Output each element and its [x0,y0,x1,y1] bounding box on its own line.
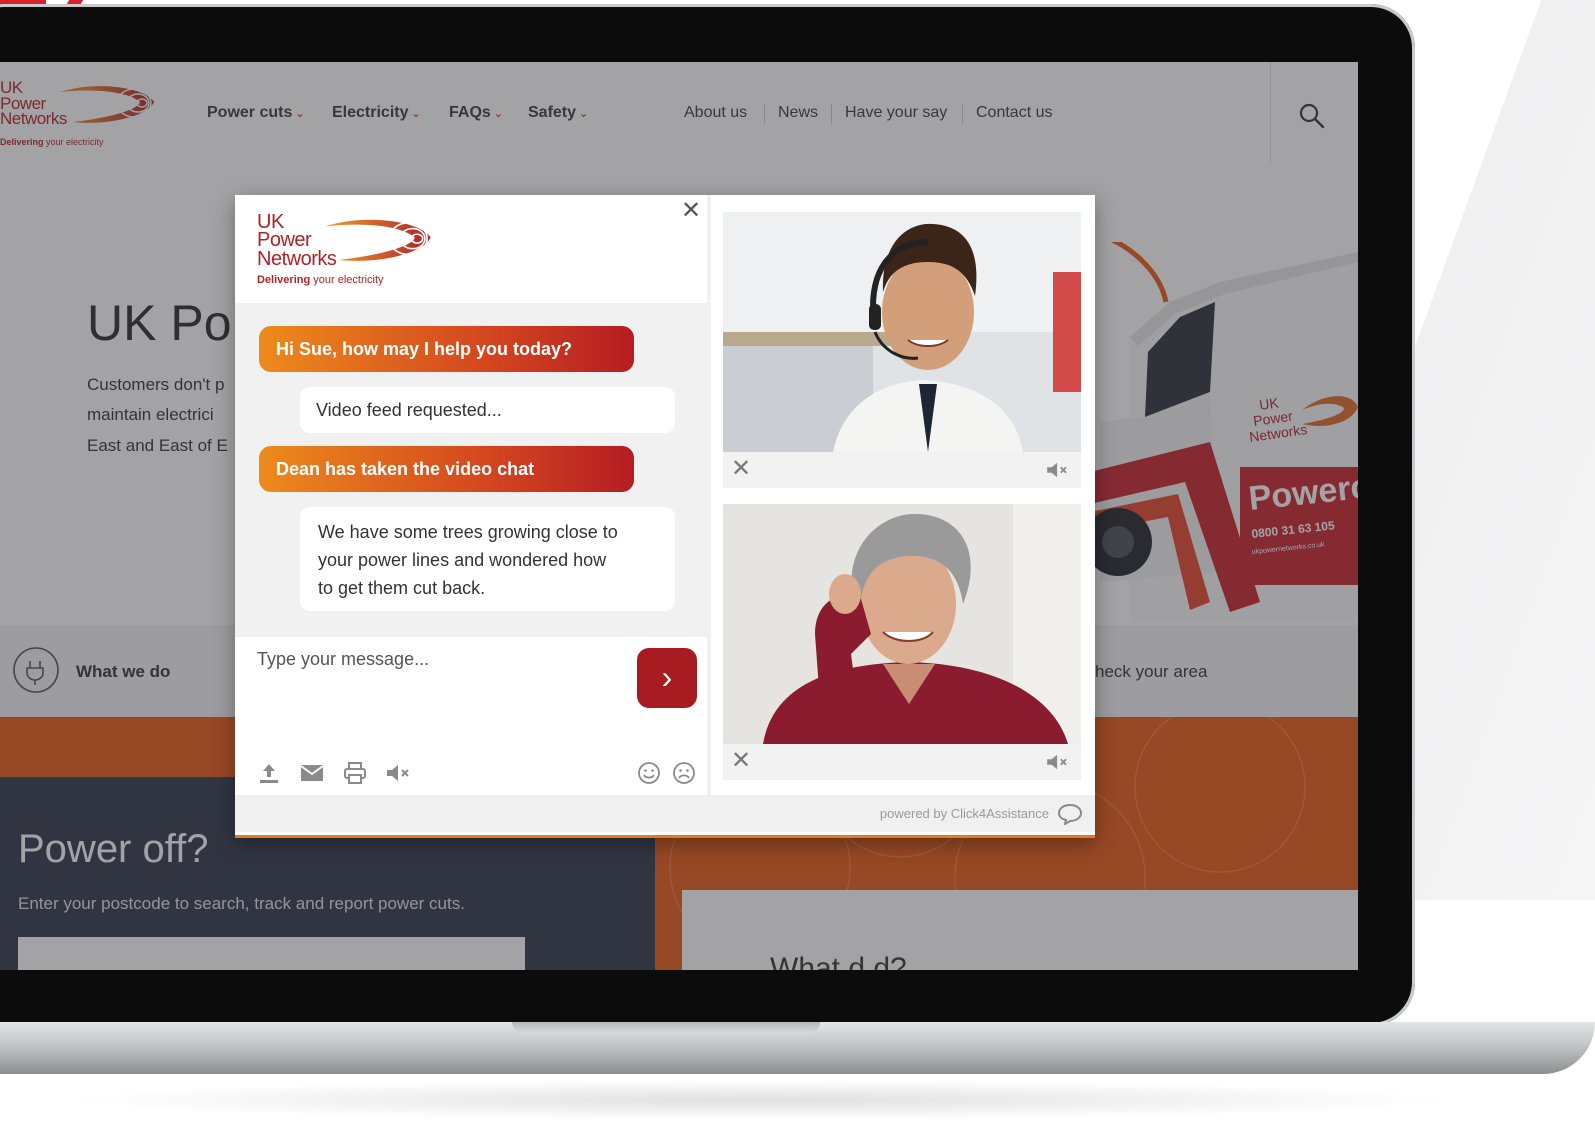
chevron-down-icon: ⌄ [579,108,589,120]
mute-video-icon[interactable] [1045,753,1071,771]
logo-tagline: your electricity [313,274,384,286]
chat-window: UK Power Networks Delivering your electr… [235,195,1095,838]
nav-power-cuts[interactable]: Power cuts ⌄ [207,104,305,122]
powered-by-text: powered by Click4Assistance [879,806,1049,821]
agent-video [723,212,1081,452]
speech-bubble-icon [1057,803,1083,825]
message-line: We have some trees growing close to [318,522,618,542]
feature-check-your-area[interactable]: heck your area [1095,662,1207,682]
customer-video [723,504,1081,744]
happy-face-icon[interactable] [637,761,661,785]
feature-what-we-do[interactable]: What we do [76,662,170,682]
nav-contact-us[interactable]: Contact us [976,104,1052,122]
nav-divider [962,104,963,124]
van-image: Powercut 0800 31 63 105 ukpowernetworks.… [1090,242,1358,622]
header-divider [1270,62,1271,162]
chat-message-agent: Dean has taken the video chat [259,446,634,492]
site-logo[interactable]: UK Power Networks Delivering your electr… [0,79,160,150]
hero-title: UK Po [87,295,232,351]
logo-line: Networks [0,109,67,129]
chat-close-button[interactable]: ✕ [681,199,701,223]
nav-label: Safety [528,104,577,121]
chat-logo: UK Power Networks Delivering your electr… [257,212,437,293]
power-off-title: Power off? [18,827,209,871]
laptop-notch [512,1022,820,1034]
plug-icon [13,647,59,693]
message-line: your power lines and wondered how [318,550,607,570]
info-card-title: What d d? [770,952,907,970]
search-icon[interactable] [1298,102,1326,130]
upload-icon[interactable] [257,761,281,785]
mute-icon[interactable] [386,763,412,783]
nav-news[interactable]: News [778,104,818,122]
nav-label: Electricity [332,104,409,121]
customer-video-controls: ✕ [723,744,1081,780]
print-icon[interactable] [343,761,367,785]
chat-message-user: Video feed requested... [300,387,675,433]
chat-footer: powered by Click4Assistance [235,795,1095,832]
nav-about-us[interactable]: About us [684,104,747,122]
close-video-icon[interactable]: ✕ [731,456,751,482]
nav-electricity[interactable]: Electricity ⌄ [332,104,421,122]
logo-swirl-icon [325,219,431,261]
message-line: to get them cut back. [318,578,486,598]
power-off-subtitle: Enter your postcode to search, track and… [18,894,465,913]
nav-have-your-say[interactable]: Have your say [845,104,947,122]
chat-message-user: We have some trees growing close to your… [300,507,675,611]
nav-faqs[interactable]: FAQs ⌄ [449,104,503,122]
chat-message-input[interactable]: Type your message... [257,649,429,670]
email-icon[interactable] [300,763,324,783]
site-header: UK Power Networks Delivering your electr… [0,62,1358,163]
hero-text-line: East and East of E [87,436,228,455]
agent-video-controls: ✕ [723,452,1081,488]
nav-label: Power cuts [207,104,293,121]
logo-swirl-icon [60,86,154,123]
logo-tagline-bold: Delivering [257,274,311,286]
mute-video-icon[interactable] [1045,461,1071,479]
nav-divider [831,104,832,124]
logo-tagline: your electricity [46,137,104,147]
logo-tagline-bold: Delivering [0,137,44,147]
chevron-down-icon: ⌄ [295,108,305,120]
laptop-shadow [60,1080,1460,1120]
sad-face-icon[interactable] [672,761,696,785]
chevron-down-icon: ⌄ [411,108,421,120]
chevron-down-icon: ⌄ [493,108,504,120]
postcode-input[interactable] [18,937,525,970]
close-video-icon[interactable]: ✕ [731,748,751,774]
chat-header: UK Power Networks Delivering your electr… [235,195,707,303]
agent-video-frame [723,212,1081,452]
send-button[interactable]: › [637,648,697,708]
nav-label: FAQs [449,104,491,121]
chat-message-agent: Hi Sue, how may I help you today? [259,326,634,372]
nav-divider [764,104,765,124]
hero-text-line: maintain electrici [87,405,214,424]
nav-safety[interactable]: Safety ⌄ [528,104,588,122]
hero-text-line: Customers don't p [87,375,225,394]
customer-video-frame [723,504,1081,744]
